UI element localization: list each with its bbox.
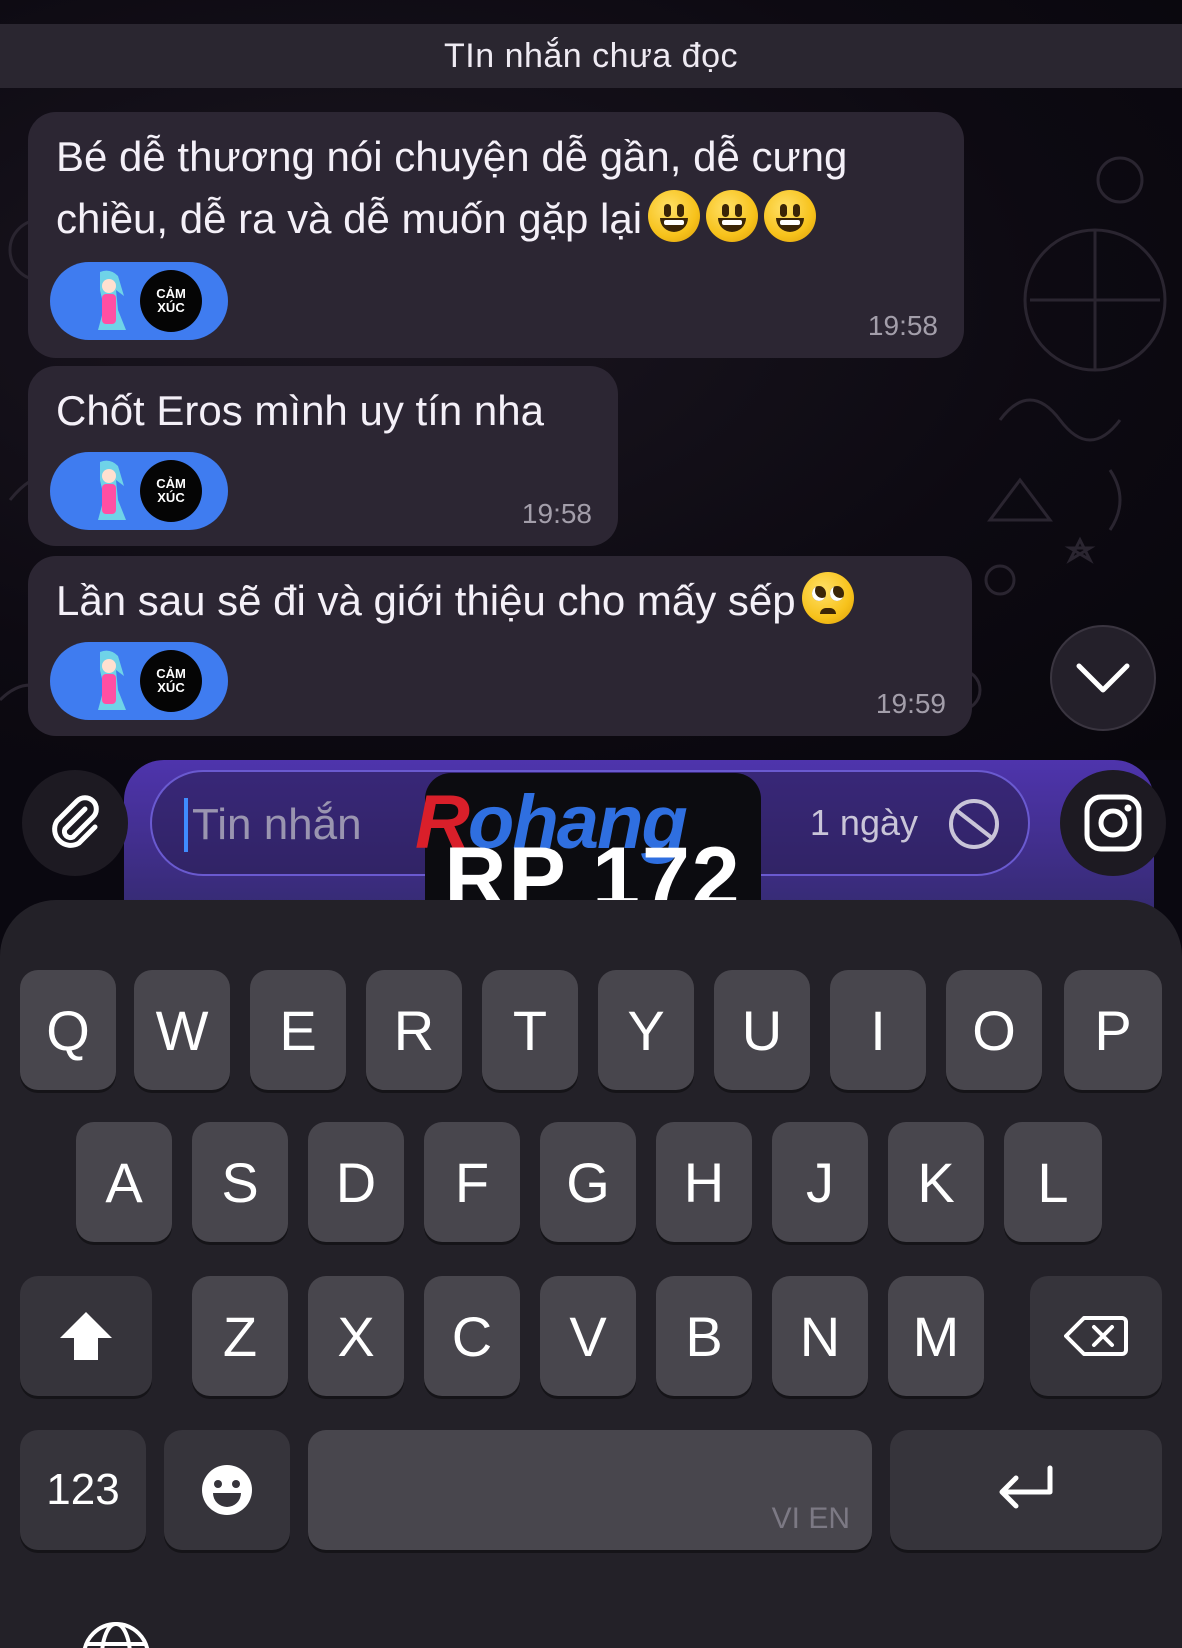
emotion-badge: CẢM XÚC	[140, 460, 202, 522]
emotion-badge: CẢM XÚC	[140, 270, 202, 332]
self-destruct-label[interactable]: 1 ngày	[810, 802, 918, 844]
key-c[interactable]: C	[424, 1276, 520, 1396]
key-r[interactable]: R	[366, 970, 462, 1090]
reaction-pill[interactable]: CẢM XÚC	[50, 642, 228, 720]
message-body: Lần sau sẽ đi và giới thiệu cho mấy sếp	[56, 577, 796, 624]
anime-sticker-icon	[98, 650, 126, 710]
smiley-icon	[202, 1465, 252, 1515]
key-v[interactable]: V	[540, 1276, 636, 1396]
grinning-face-emoji	[764, 190, 817, 242]
key-y[interactable]: Y	[598, 970, 694, 1090]
message-time: 19:58	[867, 310, 938, 341]
message-bubble[interactable]: Lần sau sẽ đi và giới thiệu cho mấy sếp …	[28, 556, 972, 736]
key-j[interactable]: J	[772, 1122, 868, 1242]
on-screen-keyboard: Q W E R T Y U I O P A S D F G H J K L Z …	[0, 900, 1182, 1648]
key-d[interactable]: D	[308, 1122, 404, 1242]
key-q[interactable]: Q	[20, 970, 116, 1090]
key-u[interactable]: U	[714, 970, 810, 1090]
backspace-icon	[1064, 1316, 1128, 1356]
message-bubble[interactable]: Chốt Eros mình uy tín nha CẢM XÚC 19:58	[28, 366, 618, 546]
instagram-icon	[1084, 794, 1142, 852]
message-time: 19:59	[875, 688, 946, 719]
return-arrow-icon	[999, 1465, 1053, 1509]
key-x[interactable]: X	[308, 1276, 404, 1396]
language-indicator: VI EN	[771, 1502, 850, 1535]
timer-icon[interactable]	[946, 796, 1002, 852]
key-g[interactable]: G	[540, 1122, 636, 1242]
reaction-pill[interactable]: CẢM XÚC	[50, 452, 228, 530]
message-time: 19:58	[521, 498, 592, 529]
message-bubble[interactable]: Bé dễ thương nói chuyện dễ gần, dễ cưng …	[28, 112, 964, 358]
anime-sticker-icon	[98, 270, 126, 330]
key-b[interactable]: B	[656, 1276, 752, 1396]
grinning-face-emoji	[648, 190, 701, 242]
key-f[interactable]: F	[424, 1122, 520, 1242]
key-t[interactable]: T	[482, 970, 578, 1090]
scroll-to-bottom-button[interactable]	[1050, 625, 1156, 731]
reaction-pill[interactable]: CẢM XÚC	[50, 262, 228, 340]
key-h[interactable]: H	[656, 1122, 752, 1242]
anime-sticker-icon	[98, 460, 126, 520]
grinning-face-emoji	[706, 190, 759, 242]
numbers-key[interactable]: 123	[20, 1430, 146, 1550]
globe-icon[interactable]	[80, 1620, 152, 1648]
key-l[interactable]: L	[1004, 1122, 1102, 1242]
unread-label: TIn nhắn chưa đọc	[444, 36, 738, 75]
attach-button[interactable]	[22, 770, 128, 876]
backspace-key[interactable]	[1030, 1276, 1162, 1396]
paperclip-icon	[52, 795, 99, 848]
key-n[interactable]: N	[772, 1276, 868, 1396]
camera-button[interactable]	[1060, 770, 1166, 876]
shift-arrow-icon	[60, 1312, 112, 1360]
key-m[interactable]: M	[888, 1276, 984, 1396]
message-text: Lần sau sẽ đi và giới thiệu cho mấy sếp	[56, 570, 966, 632]
space-bar[interactable]: VI EN	[308, 1430, 872, 1550]
key-w[interactable]: W	[134, 970, 230, 1090]
message-body: Chốt Eros mình uy tín nha	[56, 387, 544, 434]
message-placeholder: Tin nhắn	[192, 800, 362, 849]
unread-messages-banner: TIn nhắn chưa đọc	[0, 24, 1182, 88]
key-o[interactable]: O	[946, 970, 1042, 1090]
key-i[interactable]: I	[830, 970, 926, 1090]
key-s[interactable]: S	[192, 1122, 288, 1242]
key-a[interactable]: A	[76, 1122, 172, 1242]
message-text: Bé dễ thương nói chuyện dễ gần, dễ cưng …	[56, 126, 956, 250]
key-k[interactable]: K	[888, 1122, 984, 1242]
text-caret	[184, 798, 188, 852]
emotion-badge: CẢM XÚC	[140, 650, 202, 712]
return-key[interactable]	[890, 1430, 1162, 1550]
key-p[interactable]: P	[1064, 970, 1162, 1090]
message-text: Chốt Eros mình uy tín nha	[56, 380, 616, 442]
pleading-face-emoji	[801, 572, 854, 624]
key-e[interactable]: E	[250, 970, 346, 1090]
shift-key[interactable]	[20, 1276, 152, 1396]
key-z[interactable]: Z	[192, 1276, 288, 1396]
emoji-key[interactable]	[164, 1430, 290, 1550]
chevron-down-icon	[1076, 663, 1130, 693]
